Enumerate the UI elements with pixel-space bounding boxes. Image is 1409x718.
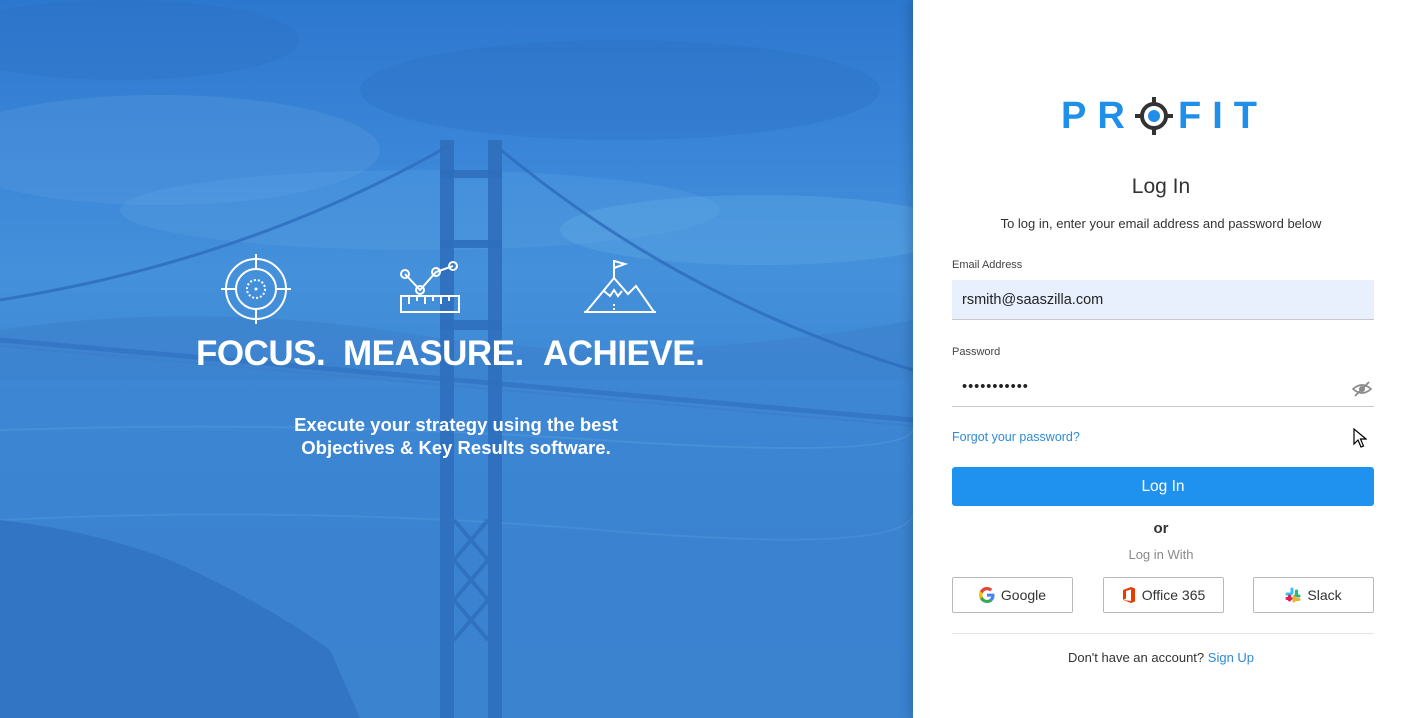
hero-tagline: Execute your strategy using the best Obj… xyxy=(256,413,656,459)
google-label: Google xyxy=(1000,587,1047,603)
pillar-focus: FOCUS. xyxy=(196,334,326,373)
email-field[interactable] xyxy=(952,280,1374,320)
signup-prompt: Don't have an account? xyxy=(1067,650,1205,665)
office365-label: Office 365 xyxy=(1141,587,1206,603)
password-field[interactable] xyxy=(952,367,1374,407)
signup-row: Don't have an account? Sign Up xyxy=(913,650,1409,665)
password-label: Password xyxy=(952,346,1001,358)
email-label: Email Address xyxy=(952,259,1023,271)
hero-panel: FOCUS. MEASURE. ACHIEVE. Execute your st… xyxy=(0,0,913,718)
mountain-flag-icon xyxy=(584,260,656,313)
tagline-line-2: Objectives & Key Results software. xyxy=(301,437,611,458)
pillar-achieve: ACHIEVE. xyxy=(543,334,705,373)
login-panel: PR FIT Log In To log in, enter your emai… xyxy=(913,0,1409,718)
target-icon xyxy=(221,254,291,324)
slack-login-button[interactable]: Slack xyxy=(1253,577,1374,613)
chart-ruler-icon xyxy=(400,261,460,313)
divider xyxy=(952,633,1374,634)
google-login-button[interactable]: Google xyxy=(952,577,1073,613)
page-subtitle: To log in, enter your email address and … xyxy=(1000,216,1322,231)
brand-logo: PR FIT xyxy=(1061,96,1266,136)
slack-icon xyxy=(1285,587,1301,603)
page-title: Log In xyxy=(1131,175,1191,198)
or-separator: or xyxy=(1153,520,1169,537)
forgot-password-link[interactable]: Forgot your password? xyxy=(952,430,1080,444)
slack-label: Slack xyxy=(1307,587,1342,603)
tagline-line-1: Execute your strategy using the best xyxy=(294,414,618,435)
office365-login-button[interactable]: Office 365 xyxy=(1103,577,1224,613)
login-button[interactable]: Log In xyxy=(952,467,1374,506)
logo-text-left: PR xyxy=(1061,95,1136,137)
login-with-label: Log in With xyxy=(1128,547,1194,562)
logo-text-right: FIT xyxy=(1178,95,1268,137)
logo-target-icon xyxy=(1135,97,1173,135)
mouse-cursor-icon xyxy=(1353,428,1367,448)
office-icon xyxy=(1122,587,1135,603)
signup-link[interactable]: Sign Up xyxy=(1208,650,1254,665)
google-icon xyxy=(978,587,995,603)
pillar-measure: MEASURE. xyxy=(343,334,524,373)
eye-slash-icon[interactable] xyxy=(1352,381,1372,397)
